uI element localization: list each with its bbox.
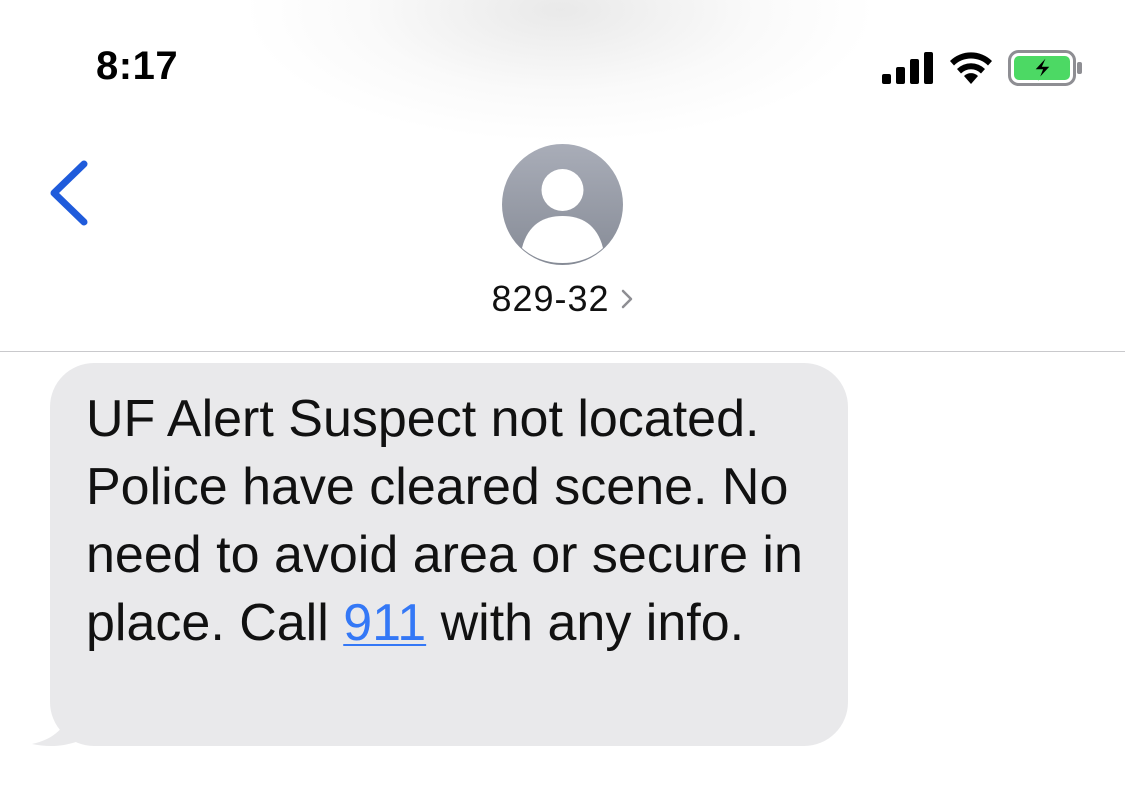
top-glow: [250, 0, 870, 140]
contact-name[interactable]: 829-32: [491, 278, 609, 319]
back-button[interactable]: [44, 158, 94, 228]
message-bubble[interactable]: UF Alert Suspect not located. Police hav…: [50, 363, 848, 746]
avatar[interactable]: [502, 144, 623, 265]
message-text-end: with any info.: [426, 594, 745, 652]
battery-charging-icon: [1008, 50, 1082, 86]
phone-number-link[interactable]: 911: [343, 594, 426, 652]
messages-screen: 8:17 829-32 UF Alert Suspect not located…: [0, 0, 1125, 798]
chevron-right-icon: [621, 289, 632, 309]
cellular-signal-icon: [882, 52, 933, 84]
wifi-icon: [950, 52, 992, 84]
message-text: UF Alert Suspect not located. Police hav…: [86, 385, 818, 657]
person-placeholder-icon: [522, 169, 603, 263]
header-divider: [0, 351, 1125, 352]
status-time: 8:17: [96, 44, 179, 88]
contact-header[interactable]: 829-32: [0, 278, 1125, 320]
